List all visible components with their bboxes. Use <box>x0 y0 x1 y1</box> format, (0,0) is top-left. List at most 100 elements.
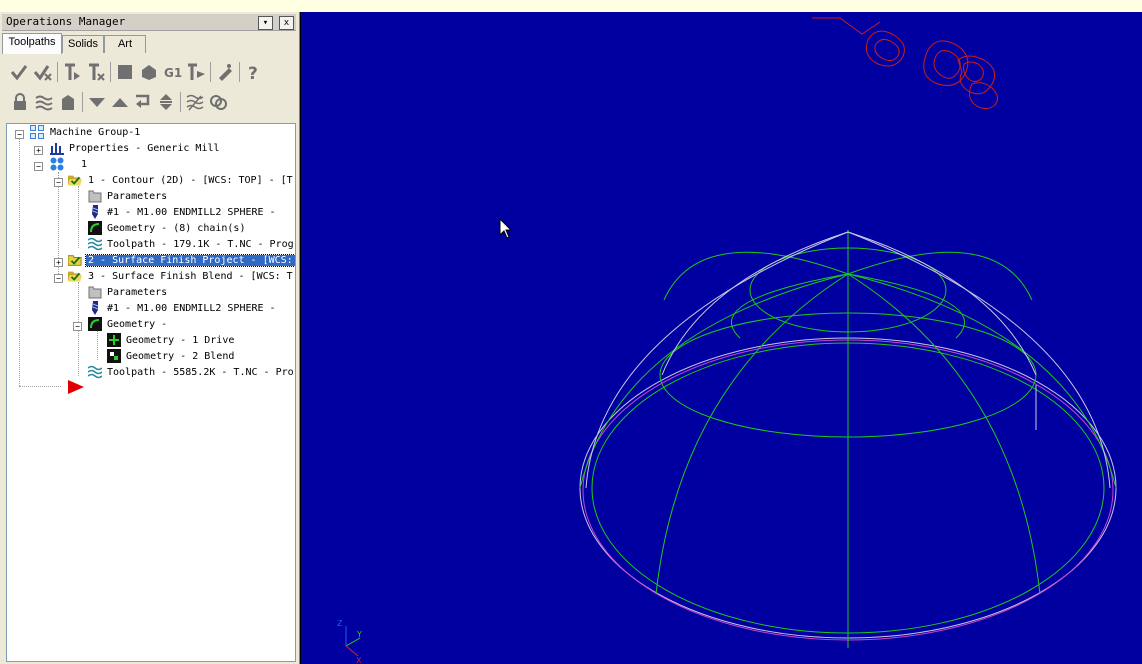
tree-item-label: 1 <box>81 159 88 170</box>
tree-item-label: Geometry - 1 Drive <box>126 335 235 346</box>
posting-lock-icon[interactable] <box>58 92 78 112</box>
tree-item-tool[interactable]: #1 - M1.00 ENDMILL2 SPHERE - <box>105 301 278 317</box>
regenerate-icon[interactable] <box>62 62 82 82</box>
tree-item-parameters[interactable]: Parameters <box>105 285 169 301</box>
tree-item-label: Parameters <box>107 191 168 202</box>
help-icon[interactable]: ? <box>244 62 264 82</box>
tool-icon <box>92 205 99 219</box>
tree-item-label: Toolpath - 5585.2K - T.NC - Pro <box>107 367 294 378</box>
axis-x-label: X <box>356 656 362 664</box>
tree-item-machine-group[interactable]: Machine Group-1 <box>48 125 142 141</box>
tree-item-label: 2 - Surface Finish Project - [WCS: <box>85 254 295 267</box>
regenerate-dirty-icon[interactable] <box>86 62 106 82</box>
tree-item-operation-3[interactable]: 3 - Surface Finish Blend - [WCS: T <box>86 269 295 285</box>
tree-item-label: Toolpath - 179.1K - T.NC - Prog <box>107 239 294 250</box>
graphics-viewport[interactable]: Z Y X <box>300 12 1142 664</box>
tree-item-operation-2[interactable]: 2 - Surface Finish Project - [WCS: <box>85 253 295 269</box>
insert-arrow-icon[interactable] <box>68 380 84 394</box>
verify-icon[interactable] <box>139 62 159 82</box>
tree-connector <box>97 330 98 360</box>
tree-item-label: Parameters <box>107 287 168 298</box>
tree-item-label: #1 - M1.00 ENDMILL2 SPHERE - <box>107 303 276 314</box>
tree-item-label: Geometry - (8) chain(s) <box>107 223 246 234</box>
tab-strip: Toolpaths Solids Art <box>2 33 296 54</box>
high-speed-toggle-icon[interactable] <box>215 62 235 82</box>
toolpath-icon <box>88 237 102 251</box>
panel-title: Operations Manager <box>6 15 126 28</box>
select-all-icon[interactable] <box>9 62 29 82</box>
toolbar-separator <box>239 62 240 82</box>
tree-connector <box>19 138 20 386</box>
lock-icon[interactable] <box>10 92 30 112</box>
toolbar-separator <box>110 62 111 82</box>
move-down-icon[interactable] <box>87 92 107 112</box>
tree-item-toolpath[interactable]: Toolpath - 5585.2K - T.NC - Pro <box>105 365 295 381</box>
post-selected-icon[interactable] <box>186 62 206 82</box>
expand-toggle[interactable]: − <box>73 322 82 331</box>
toggle-display-icon[interactable] <box>34 92 54 112</box>
tool-icon <box>92 301 99 315</box>
g1-post-icon[interactable]: G1 <box>163 62 183 82</box>
toolbar-separator <box>57 62 58 82</box>
expand-icon[interactable] <box>208 92 228 112</box>
machine-group-icon <box>30 125 44 139</box>
tree-item-label: 3 - Surface Finish Blend - [WCS: T <box>88 271 293 282</box>
tree-item-tool[interactable]: #1 - M1.00 ENDMILL2 SPHERE - <box>105 205 278 221</box>
insert-pointer-icon[interactable] <box>133 92 153 112</box>
tree-item-label: #1 - M1.00 ENDMILL2 SPHERE - <box>107 207 276 218</box>
parameters-icon <box>88 190 102 203</box>
tree-item-properties[interactable]: Properties - Generic Mill <box>67 141 222 157</box>
operations-tree[interactable]: − Machine Group-1 + Properties - Generic… <box>6 123 296 662</box>
expand-toggle[interactable]: − <box>54 178 63 187</box>
select-dirty-icon[interactable] <box>33 62 53 82</box>
tree-connector <box>19 386 61 387</box>
tree-item-label: Geometry - <box>107 319 168 330</box>
toolbar-row-1: G1 ? <box>2 59 296 85</box>
tree-item-toolpath[interactable]: Toolpath - 179.1K - T.NC - Prog <box>105 237 295 253</box>
tree-item-parameters[interactable]: Parameters <box>105 189 169 205</box>
tab-solids[interactable]: Solids <box>62 35 104 53</box>
toolpath-display-icon[interactable] <box>185 92 205 112</box>
wireframe-model: Z Y X <box>337 17 1117 664</box>
tree-item-group[interactable]: 1 <box>79 157 89 173</box>
toolbar-separator <box>210 62 211 82</box>
toolbar-row-2 <box>2 89 296 115</box>
blend-geometry-icon <box>107 349 121 363</box>
backplot-icon[interactable] <box>115 62 135 82</box>
expand-toggle[interactable]: − <box>54 274 63 283</box>
expand-toggle[interactable]: + <box>54 258 63 267</box>
tree-item-geometry-drive[interactable]: Geometry - 1 Drive <box>124 333 236 349</box>
move-up-icon[interactable] <box>110 92 130 112</box>
tree-item-operation-1[interactable]: 1 - Contour (2D) - [WCS: TOP] - [T <box>86 173 295 189</box>
tree-item-geometry[interactable]: Geometry - (8) chain(s) <box>105 221 247 237</box>
panel-title-bar: Operations Manager ▾ x <box>2 14 296 31</box>
parameters-icon <box>88 286 102 299</box>
tree-connector <box>78 186 79 248</box>
operations-manager-panel: Operations Manager ▾ x Toolpaths Solids … <box>0 12 300 664</box>
tree-item-label: Machine Group-1 <box>50 127 141 138</box>
toolbar-separator <box>180 92 181 112</box>
tree-item-geometry-blend[interactable]: Geometry - 2 Blend <box>124 349 236 365</box>
tab-art[interactable]: Art <box>104 35 146 53</box>
svg-text:?: ? <box>248 64 258 82</box>
folder-open-icon <box>68 271 82 282</box>
tree-item-label: 1 - Contour (2D) - [WCS: TOP] - [T <box>88 175 293 186</box>
toolpath-group-icon <box>50 157 64 171</box>
svg-text:G1: G1 <box>164 66 182 80</box>
toolpath-icon <box>88 365 102 379</box>
tree-item-label: Geometry - 2 Blend <box>126 351 235 362</box>
scroll-icon[interactable] <box>156 92 176 112</box>
folder-open-icon <box>68 175 82 186</box>
expand-toggle[interactable]: − <box>15 130 24 139</box>
tree-item-geometry[interactable]: Geometry - <box>105 317 169 333</box>
drive-geometry-icon <box>107 333 121 347</box>
axis-y-label: Y <box>356 630 362 639</box>
expand-toggle[interactable]: − <box>34 162 43 171</box>
tree-item-label: Properties - Generic Mill <box>69 143 220 154</box>
mouse-cursor-icon <box>499 218 513 239</box>
tab-toolpaths[interactable]: Toolpaths <box>2 33 62 54</box>
panel-close-button[interactable]: x <box>279 16 294 30</box>
expand-toggle[interactable]: + <box>34 146 43 155</box>
folder-closed-icon <box>68 255 82 266</box>
panel-dropdown-button[interactable]: ▾ <box>258 16 273 30</box>
